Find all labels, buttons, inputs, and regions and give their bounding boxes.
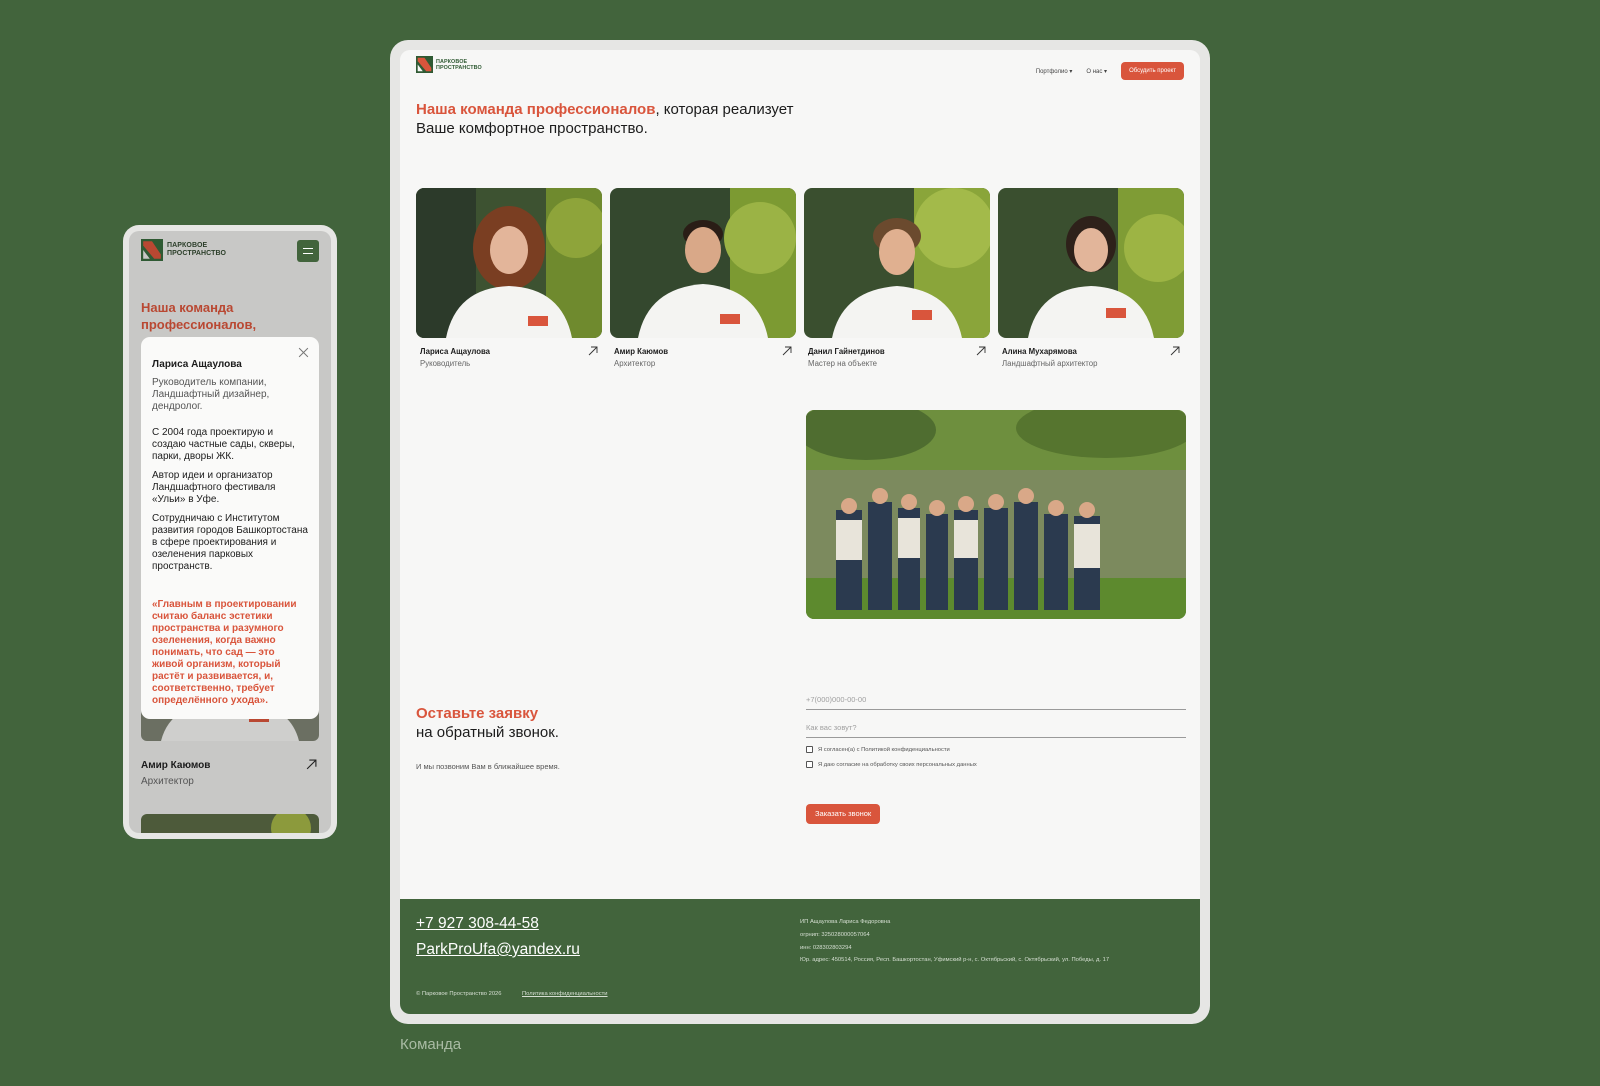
modal-bio-paragraph: Автор идеи и организатор Ландшафтного фе… — [152, 470, 276, 505]
portrait-image — [416, 188, 602, 338]
team-member-role: Архитектор — [141, 776, 194, 787]
legal-name: ИП Ащаулова Лариса Федоровна — [800, 919, 891, 925]
nav-about[interactable]: О нас ▾ — [1086, 68, 1107, 75]
group-image — [806, 410, 1186, 619]
page-title-line2: Ваше комфортное пространство. — [416, 120, 648, 137]
team-photo — [998, 188, 1184, 338]
privacy-policy-link[interactable]: Политика конфиденциальности — [522, 991, 608, 997]
checkbox-icon[interactable] — [806, 746, 813, 753]
phone-input[interactable]: +7(000)000-00-00 — [806, 692, 1186, 710]
team-member-name: Алина Мухарямова — [1002, 347, 1077, 356]
discuss-project-button[interactable]: Обсудить проект — [1121, 62, 1184, 80]
team-group-photo — [806, 410, 1186, 619]
portrait-image — [804, 188, 990, 338]
modal-bio-paragraph: С 2004 года проектирую и создаю частные … — [152, 427, 295, 462]
footer-phone-link[interactable]: +7 927 308-44-58 — [416, 915, 539, 933]
main-nav: Портфолио ▾ О нас ▾ Обсудить проект — [1036, 62, 1184, 80]
page-title-accent: Наша команда профессионалов — [416, 101, 656, 118]
logo-text: ПАРКОВОЕ ПРОСТРАНСТВО — [436, 59, 482, 71]
modal-member-name: Лариса Ащаулова — [152, 359, 242, 370]
modal-member-role: Руководитель компании, Ландшафтный дизай… — [152, 377, 270, 412]
team-card[interactable]: Данил Гайнетдинов Мастер на объекте — [804, 188, 990, 368]
arrow-up-right-icon[interactable] — [588, 346, 598, 356]
nav-portfolio-label: Портфолио — [1035, 68, 1068, 75]
team-member-role: Руководитель — [420, 359, 471, 368]
copyright: © Парковое Пространство 2026 — [416, 991, 502, 997]
callback-form-title: Оставьте заявку на обратный звонок. — [416, 704, 559, 742]
team-member-modal: Лариса Ащаулова Руководитель компании, Л… — [141, 337, 319, 719]
data-consent-label: Я даю согласие на обработку своих персон… — [818, 761, 977, 768]
data-consent-checkbox[interactable]: Я даю согласие на обработку своих персон… — [806, 761, 977, 768]
checkbox-icon[interactable] — [806, 761, 813, 768]
site-logo[interactable]: ПАРКОВОЕ ПРОСТРАНСТВО — [416, 56, 482, 73]
logo-text: ПАРКОВОЕ ПРОСТРАНСТВО — [167, 242, 226, 258]
page-title-rest: , которая реализует — [655, 101, 794, 118]
team-card[interactable]: Лариса Ащаулова Руководитель — [416, 188, 602, 368]
team-member-role: Ландшафтный архитектор — [1002, 359, 1098, 368]
portrait-image — [610, 188, 796, 338]
team-member-role: Архитектор — [614, 359, 656, 368]
modal-bio-paragraph: Сотрудничаю с Институтом развития городо… — [152, 513, 308, 572]
team-photo — [804, 188, 990, 338]
order-call-button[interactable]: Заказать звонок — [806, 804, 881, 824]
desktop-page: ПАРКОВОЕ ПРОСТРАНСТВО Портфолио ▾ О нас … — [400, 50, 1200, 1014]
brand-logo-icon — [416, 56, 433, 73]
logo-line-1: ПАРКОВОЕ — [167, 242, 208, 249]
team-member-name: Данил Гайнетдинов — [808, 347, 885, 356]
team-photo — [416, 188, 602, 338]
team-member-name: Лариса Ащаулова — [420, 347, 491, 356]
portrait-image — [141, 814, 319, 833]
footer-email-link[interactable]: ParkProUfa@yandex.ru — [416, 941, 580, 959]
privacy-consent-label: Я согласен(а) с Политикой конфиденциальн… — [818, 746, 950, 753]
mobile-logo[interactable]: ПАРКОВОЕ ПРОСТРАНСТВО — [141, 239, 226, 261]
modal-quote: «Главным в проектировании считаю баланс … — [152, 599, 297, 706]
team-member-name: Амир Каюмов — [614, 347, 669, 356]
nav-about-label: О нас — [1086, 68, 1103, 75]
chevron-down-icon: ▾ — [1069, 68, 1073, 75]
logo-line-2: ПРОСТРАНСТВО — [167, 250, 227, 257]
chevron-down-icon: ▾ — [1104, 68, 1108, 75]
portrait-image — [998, 188, 1184, 338]
showcase-caption: Команда — [400, 1036, 462, 1053]
mobile-page: ПАРКОВОЕ ПРОСТРАНСТВО Наша команда профе… — [129, 231, 331, 833]
desktop-device-frame: ПАРКОВОЕ ПРОСТРАНСТВО Портфолио ▾ О нас … — [390, 40, 1210, 1024]
logo-line-2: ПРОСТРАНСТВО — [436, 64, 482, 71]
menu-icon[interactable] — [297, 240, 319, 262]
arrow-up-right-icon[interactable] — [976, 346, 986, 356]
page-title: Наша команда профессионалов, которая реа… — [416, 100, 936, 138]
team-photo — [141, 814, 319, 833]
team-photo — [610, 188, 796, 338]
name-input[interactable]: Как вас зовут? — [806, 720, 1186, 738]
arrow-up-right-icon[interactable] — [1170, 346, 1180, 356]
mobile-page-title: Наша команда профессионалов, — [141, 300, 257, 332]
nav-portfolio[interactable]: Портфолио ▾ — [1036, 68, 1073, 75]
site-header: ПАРКОВОЕ ПРОСТРАНСТВО Портфолио ▾ О нас … — [416, 56, 1184, 86]
team-member-role: Мастер на объекте — [808, 359, 878, 368]
mobile-device-frame: ПАРКОВОЕ ПРОСТРАНСТВО Наша команда профе… — [123, 225, 337, 839]
team-grid: Лариса Ащаулова Руководитель Амир Каюмов… — [416, 188, 1184, 368]
callback-title-rest: на обратный звонок. — [416, 724, 559, 741]
callback-title-accent: Оставьте заявку — [416, 705, 539, 722]
team-member-name: Амир Каюмов — [141, 760, 211, 771]
site-footer: +7 927 308-44-58 ParkProUfa@yandex.ru ИП… — [400, 899, 1200, 1014]
close-icon[interactable] — [298, 347, 309, 358]
privacy-consent-checkbox[interactable]: Я согласен(а) с Политикой конфиденциальн… — [806, 746, 950, 753]
arrow-up-right-icon[interactable] — [782, 346, 792, 356]
arrow-up-right-icon[interactable] — [306, 759, 317, 770]
legal-ogrnip: огрнип: 325028000057064 — [800, 932, 870, 938]
legal-address: Юр. адрес: 450514, Россия, Респ. Башкорт… — [800, 957, 1110, 963]
callback-subtitle: И мы позвоним Вам в ближайшее время. — [416, 762, 560, 771]
legal-inn: инн: 028302803294 — [800, 945, 852, 951]
brand-logo-icon — [141, 239, 163, 261]
team-card[interactable]: Амир Каюмов Архитектор — [610, 188, 796, 368]
team-card[interactable]: Алина Мухарямова Ландшафтный архитектор — [998, 188, 1184, 368]
